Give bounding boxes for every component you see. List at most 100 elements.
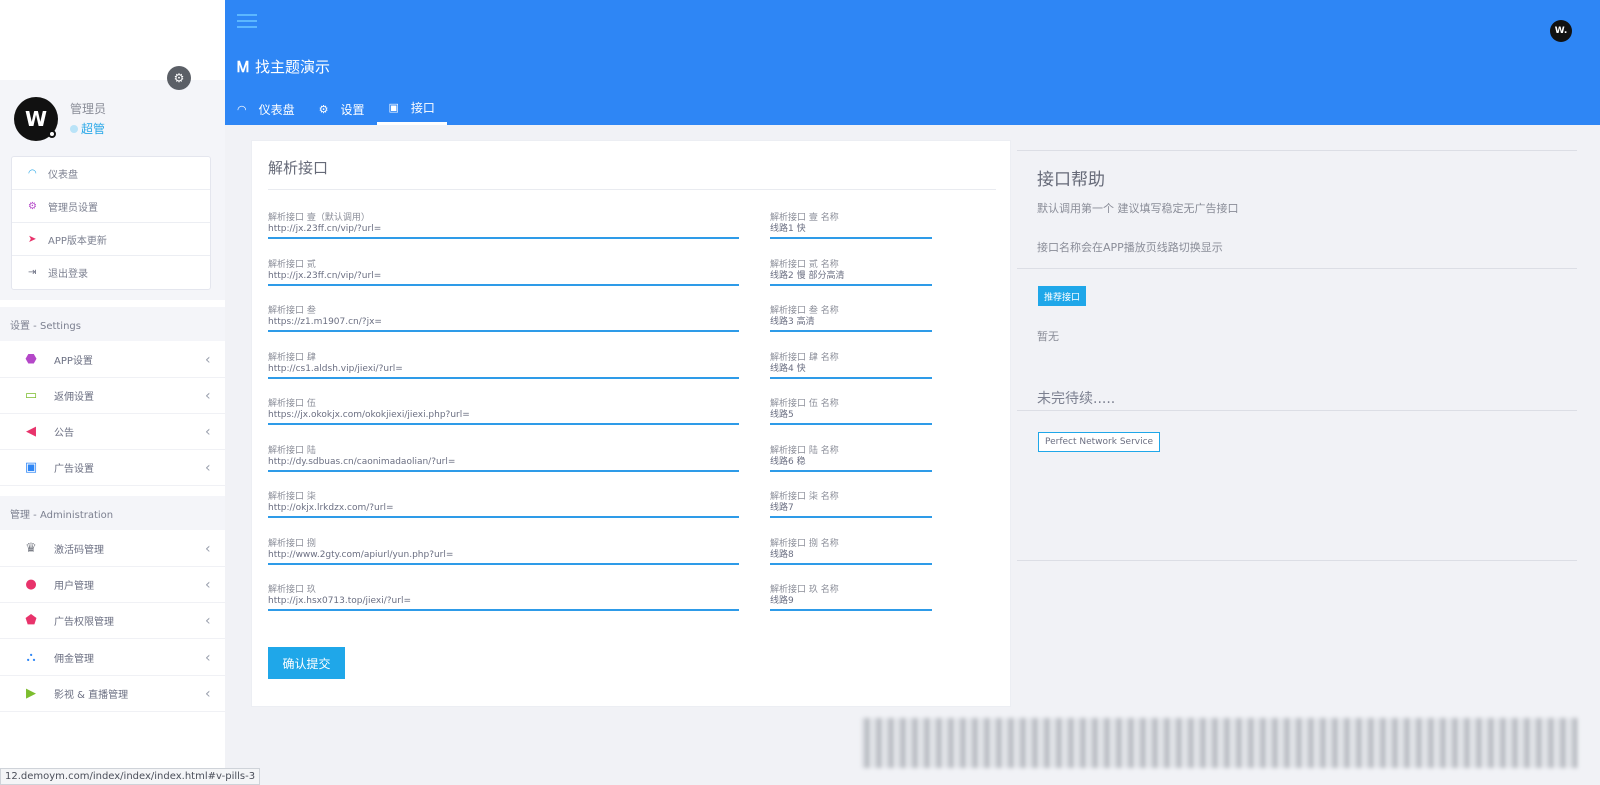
avatar-status-dot xyxy=(48,130,56,138)
field-underline xyxy=(268,563,739,565)
field-value[interactable]: https://z1.m1907.cn/?jx= xyxy=(268,317,739,328)
divider xyxy=(1017,268,1577,269)
api-name-field[interactable]: 解析接口 贰 名称 线路2 慢 部分高清 xyxy=(770,260,932,286)
service-tag[interactable]: Perfect Network Service xyxy=(1038,432,1161,452)
nav-ad-permission[interactable]: ⬟ 广告权限管理 ‹ xyxy=(0,603,225,639)
nav-activation-codes[interactable]: ♛ 激活码管理 ‹ xyxy=(0,531,225,567)
nav-announcement[interactable]: ◀ 公告 ‹ xyxy=(0,414,225,450)
field-value[interactable]: http://jx.hsx0713.top/jiexi/?url= xyxy=(268,596,739,607)
nav-label: 返佣设置 xyxy=(54,392,94,403)
field-value[interactable]: 线路2 慢 部分高清 xyxy=(770,271,932,282)
field-underline xyxy=(770,423,932,425)
api-url-field[interactable]: 解析接口 肆 http://cs1.aldsh.vip/jiexi/?url= xyxy=(268,353,739,379)
field-value[interactable]: http://jx.23ff.cn/vip/?url= xyxy=(268,271,739,282)
header-avatar[interactable]: W. xyxy=(1550,20,1572,42)
image-icon: ▣ xyxy=(24,460,38,475)
api-url-field[interactable]: 解析接口 陆 http://dy.sdbuas.cn/caonimadaolian… xyxy=(268,446,739,472)
api-name-field[interactable]: 解析接口 玖 名称 线路9 xyxy=(770,585,932,611)
api-url-field[interactable]: 解析接口 伍 https://jx.okokjx.com/okokjiexi/ji… xyxy=(268,399,739,425)
field-label: 解析接口 叁 xyxy=(268,306,316,316)
api-icon: ▣ xyxy=(388,101,399,114)
nav-label: 广告设置 xyxy=(54,464,94,475)
api-url-field[interactable]: 解析接口 贰 http://jx.23ff.cn/vip/?url= xyxy=(268,260,739,286)
tab-label: 接口 xyxy=(410,101,435,115)
tab-label: 设置 xyxy=(340,102,365,117)
field-value[interactable]: 线路5 xyxy=(770,410,932,421)
api-name-field[interactable]: 解析接口 捌 名称 线路8 xyxy=(770,539,932,565)
recommend-badge[interactable]: 推荐接口 xyxy=(1038,286,1087,306)
nav-label: 影视 & 直播管理 xyxy=(54,690,129,701)
chevron-left-icon: ‹ xyxy=(205,351,211,368)
menu-toggle-icon[interactable] xyxy=(237,14,257,28)
field-value[interactable]: http://dy.sdbuas.cn/caonimadaolian/?url= xyxy=(268,457,739,468)
field-value[interactable]: 线路9 xyxy=(770,596,932,607)
chevron-left-icon: ‹ xyxy=(205,685,211,702)
user-menu-logout[interactable]: ⇥ 退出登录 xyxy=(12,256,210,289)
user-menu-dashboard[interactable]: ◠ 仪表盘 xyxy=(12,157,210,190)
field-value[interactable]: http://www.2gty.com/apiurl/yun.php?url= xyxy=(268,550,739,561)
tab-settings[interactable]: ⚙ 设置 xyxy=(307,93,377,125)
avatar[interactable]: W xyxy=(14,97,58,141)
field-value[interactable]: 线路3 高清 xyxy=(770,317,932,328)
form-title: 解析接口 xyxy=(268,159,329,177)
submit-button[interactable]: 确认提交 xyxy=(268,647,345,679)
credit-card-icon: ▭ xyxy=(24,388,38,403)
nav-rebate-settings[interactable]: ▭ 返佣设置 ‹ xyxy=(0,378,225,414)
api-name-field[interactable]: 解析接口 叁 名称 线路3 高清 xyxy=(770,306,932,332)
field-value[interactable]: 线路4 快 xyxy=(770,364,932,375)
api-name-field[interactable]: 解析接口 陆 名称 线路6 稳 xyxy=(770,446,932,472)
api-url-field[interactable]: 解析接口 壹（默认调用） http://jx.23ff.cn/vip/?url= xyxy=(268,213,739,239)
api-name-field[interactable]: 解析接口 柒 名称 线路7 xyxy=(770,492,932,518)
nav-user-management[interactable]: ● 用户管理 ‹ xyxy=(0,567,225,603)
nav-commission[interactable]: ⛬ 佣金管理 ‹ xyxy=(0,640,225,676)
field-value[interactable]: https://jx.okokjx.com/okokjiexi/jiexi.ph… xyxy=(268,410,739,421)
nav-label: 激活码管理 xyxy=(54,545,104,556)
play-icon: ▶ xyxy=(26,686,36,701)
tab-dashboard[interactable]: ◠ 仪表盘 xyxy=(225,93,307,125)
api-url-field[interactable]: 解析接口 捌 http://www.2gty.com/apiurl/yun.php… xyxy=(268,539,739,565)
field-value[interactable]: 线路6 稳 xyxy=(770,457,932,468)
field-label: 解析接口 陆 名称 xyxy=(770,446,839,456)
nav-ad-settings[interactable]: ▣ 广告设置 ‹ xyxy=(0,450,225,486)
field-underline xyxy=(268,423,739,425)
nav-video-live[interactable]: ▶ 影视 & 直播管理 ‹ xyxy=(0,676,225,712)
sitemap-icon: ⛬ xyxy=(26,650,36,665)
nav-app-settings[interactable]: ⬣ APP设置 ‹ xyxy=(0,342,225,378)
api-url-field[interactable]: 解析接口 柒 http://okjx.lrkdzx.com/?url= xyxy=(268,492,739,518)
field-label: 解析接口 叁 名称 xyxy=(770,306,839,316)
top-header: W. Ꮇ 找主题演示 ◠ 仪表盘 ⚙ 设置 ▣ 接口 xyxy=(225,0,1600,125)
chevron-left-icon: ‹ xyxy=(205,387,211,404)
user-settings-icon[interactable]: ⚙ xyxy=(167,66,191,90)
tab-api[interactable]: ▣ 接口 xyxy=(376,93,447,125)
field-value[interactable]: 线路7 xyxy=(770,503,932,514)
brand: Ꮇ 找主题演示 xyxy=(237,56,330,77)
field-value[interactable]: 线路8 xyxy=(770,550,932,561)
api-url-field[interactable]: 解析接口 玖 http://jx.hsx0713.top/jiexi/?url= xyxy=(268,585,739,611)
api-name-field[interactable]: 解析接口 伍 名称 线路5 xyxy=(770,399,932,425)
field-value[interactable]: http://cs1.aldsh.vip/jiexi/?url= xyxy=(268,364,739,375)
user-name: 管理员 xyxy=(70,102,107,116)
field-underline xyxy=(770,470,932,472)
field-underline xyxy=(770,330,932,332)
help-text-name: 接口名称会在APP播放页线路切换显示 xyxy=(1037,241,1223,254)
api-name-field[interactable]: 解析接口 壹 名称 线路1 快 xyxy=(770,213,932,239)
field-label: 解析接口 伍 xyxy=(268,399,316,409)
api-name-field[interactable]: 解析接口 肆 名称 线路4 快 xyxy=(770,353,932,379)
field-underline xyxy=(268,516,739,518)
to-be-continued-text: 未完待续..... xyxy=(1037,391,1116,407)
user-menu-label: APP版本更新 xyxy=(48,235,107,247)
field-value[interactable]: http://jx.23ff.cn/vip/?url= xyxy=(268,224,739,235)
help-text-default: 默认调用第一个 建议填写稳定无广告接口 xyxy=(1037,202,1239,215)
field-value[interactable]: http://okjx.lrkdzx.com/?url= xyxy=(268,503,739,514)
user-menu-app-update[interactable]: ➤ APP版本更新 xyxy=(12,223,210,256)
gear-icon: ⚙ xyxy=(318,102,329,116)
user-role-label: 超管 xyxy=(81,122,106,136)
divider xyxy=(1017,150,1577,151)
dashboard-icon: ◠ xyxy=(28,167,37,179)
field-underline xyxy=(770,516,932,518)
sidebar-top xyxy=(0,0,225,80)
user-menu-admin-settings[interactable]: ⚙ 管理员设置 xyxy=(12,190,210,223)
field-underline xyxy=(268,237,739,239)
api-url-field[interactable]: 解析接口 叁 https://z1.m1907.cn/?jx= xyxy=(268,306,739,332)
field-value[interactable]: 线路1 快 xyxy=(770,224,932,235)
